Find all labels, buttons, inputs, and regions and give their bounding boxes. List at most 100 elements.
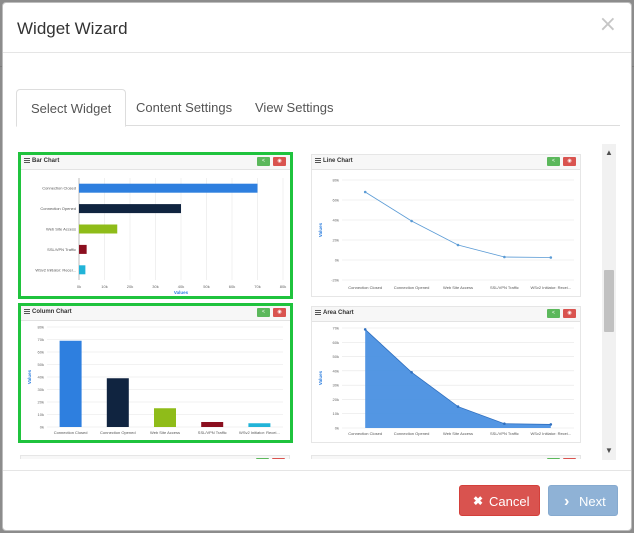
grid-icon	[315, 310, 321, 315]
next-label: Next	[579, 494, 606, 509]
y-tick-label: 60k	[333, 340, 339, 345]
y-axis-label: Values	[27, 369, 32, 384]
wizard-tabs: Select Widget Content Settings View Sett…	[16, 89, 620, 127]
area-chart-plot: 0k 10k 20k 30k 40k 50k 60k 70k Values Connection …	[318, 326, 574, 436]
widget-card-grouped-data[interactable]: < ◉	[311, 455, 581, 459]
widget-card-area-chart[interactable]: Area Chart < ◉ 0k 10k 20k 30k 40k 50k 60k 70k Va…	[311, 306, 581, 443]
bar	[79, 265, 86, 275]
bar-chart-plot: 0k 10k 20k 30k 40k 50k 60k 70k 80k Connection Clo…	[35, 178, 286, 295]
line-chart-plot: -20k 0k 20k 40k 60k 80k Values Connection Close…	[318, 178, 574, 290]
widget-card-column-chart[interactable]: Column Chart < ◉ 0k 10k 20k 30k 40k 50k 60k 70k…	[18, 303, 293, 443]
y-axis-label: Values	[318, 370, 323, 385]
delete-icon[interactable]: ◉	[563, 309, 576, 318]
y-tick-label: 30k	[38, 387, 44, 392]
category-label: WSv2 Initiator: Recei...	[239, 430, 280, 435]
data-point	[549, 423, 553, 426]
modal-header: Widget Wizard ×	[3, 3, 631, 53]
series-line	[364, 191, 551, 258]
y-tick-label: 60k	[38, 350, 44, 355]
y-tick-label: 0k	[335, 426, 339, 431]
x-tick-label: 10k	[101, 284, 107, 289]
category-label: SSL/VPN Traffic	[490, 285, 519, 290]
share-icon[interactable]: <	[547, 157, 560, 166]
scroll-up-icon[interactable]: ▲	[602, 146, 616, 160]
tab-view-settings[interactable]: View Settings	[241, 89, 348, 126]
x-axis-label: Values	[174, 290, 189, 295]
category-label: WSv2 Initiator: Recei...	[530, 285, 571, 290]
x-tick-label: 60k	[229, 284, 235, 289]
category-label: Web Site Access	[443, 285, 473, 290]
delete-icon[interactable]: ◉	[563, 157, 576, 166]
card-header: Area Chart < ◉	[312, 307, 580, 322]
x-tick-label: 40k	[178, 284, 184, 289]
widget-card-pie-chart[interactable]: < ◉	[20, 455, 290, 459]
column-bar	[59, 340, 82, 427]
widget-card-line-chart[interactable]: Line Chart < ◉ -20k 0k 20k 40k 60k 80k Values C…	[311, 154, 581, 297]
x-tick-label: 70k	[254, 284, 260, 289]
data-point	[503, 255, 506, 259]
area-fill	[365, 329, 551, 428]
y-tick-label: 40k	[38, 375, 44, 380]
grid-icon	[24, 309, 30, 314]
card-title: Column Chart	[32, 309, 72, 316]
modal-title: Widget Wizard	[17, 19, 128, 38]
scroll-thumb[interactable]	[604, 270, 614, 332]
category-label: Web Site Access	[150, 430, 180, 435]
bar	[79, 204, 181, 214]
x-tick-label: 0k	[77, 284, 81, 289]
share-icon[interactable]: <	[547, 309, 560, 318]
y-tick-label: -20k	[331, 278, 339, 283]
data-point	[410, 370, 413, 374]
close-icon[interactable]: ×	[599, 14, 617, 36]
y-tick-label: 0k	[40, 425, 44, 430]
share-icon[interactable]: <	[547, 458, 560, 459]
column-bar	[201, 422, 224, 427]
category-label: Connection Closed	[348, 431, 382, 436]
category-label: Web Site Access	[443, 431, 473, 436]
category-label: Connection Closed	[348, 285, 382, 290]
times-icon: ✖	[473, 494, 484, 508]
bar	[79, 183, 258, 193]
tab-content-settings[interactable]: Content Settings	[122, 89, 246, 126]
category-label: Web Site Access	[46, 227, 76, 232]
next-button[interactable]: › Next	[548, 485, 618, 516]
y-tick-label: 80k	[333, 178, 339, 183]
category-label: Connection Closed	[42, 186, 76, 191]
share-icon[interactable]: <	[257, 157, 270, 166]
y-tick-label: 70k	[38, 337, 44, 342]
delete-icon[interactable]: ◉	[273, 308, 286, 317]
card-header: < ◉	[312, 456, 580, 459]
bar	[79, 244, 87, 254]
column-bar	[154, 408, 176, 427]
y-tick-label: 40k	[333, 218, 339, 223]
category-label: Connection Opened	[394, 431, 430, 436]
gallery-scrollbar[interactable]: ▲ ▼	[602, 144, 616, 460]
x-tick-label: 20k	[127, 284, 133, 289]
data-point	[363, 328, 367, 331]
delete-icon[interactable]: ◉	[272, 458, 285, 459]
share-icon[interactable]: <	[257, 308, 270, 317]
y-tick-label: 30k	[333, 383, 339, 388]
card-title: Area Chart	[323, 310, 354, 317]
data-point	[456, 405, 460, 408]
cancel-button[interactable]: ✖ Cancel	[459, 485, 540, 516]
card-header: < ◉	[21, 456, 289, 459]
delete-icon[interactable]: ◉	[563, 458, 576, 459]
y-tick-label: 10k	[38, 412, 44, 417]
data-point	[410, 219, 413, 223]
category-label: Connection Opened	[394, 285, 430, 290]
scroll-down-icon[interactable]: ▼	[602, 444, 616, 458]
tab-select-widget[interactable]: Select Widget	[16, 89, 127, 127]
share-icon[interactable]: <	[256, 458, 269, 459]
x-tick-label: 30k	[152, 284, 158, 289]
grid-icon	[24, 158, 30, 163]
delete-icon[interactable]: ◉	[273, 157, 286, 166]
card-header: Column Chart < ◉	[21, 306, 290, 321]
cancel-label: Cancel	[489, 494, 530, 509]
y-tick-label: 20k	[38, 400, 44, 405]
y-tick-label: 20k	[333, 397, 339, 402]
category-label: Connection Closed	[54, 430, 88, 435]
category-label: SSL/VPN Traffic	[490, 431, 519, 436]
data-point	[456, 243, 460, 247]
widget-card-bar-chart[interactable]: Bar Chart < ◉ 0k 10k 20k 30k 40k 50k 60k 70k 80k…	[18, 152, 293, 299]
